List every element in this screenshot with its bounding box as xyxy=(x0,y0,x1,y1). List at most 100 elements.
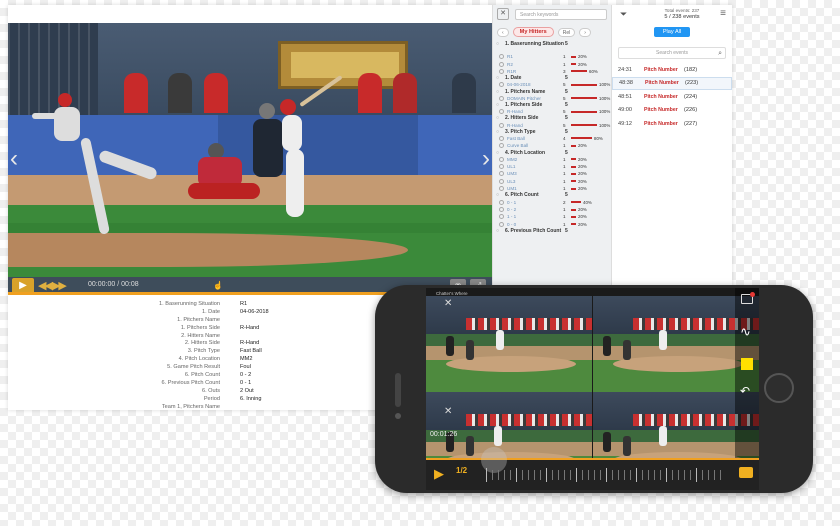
filter-item[interactable]: R1R 3 60% xyxy=(493,68,611,75)
filter-item-percent: 20% xyxy=(578,143,587,149)
filter-item[interactable]: R-Hand 5 100% xyxy=(493,108,611,115)
detail-label: 6. Previous Pitch Count xyxy=(161,379,220,386)
filter-item[interactable]: R2 1 20% xyxy=(493,60,611,67)
radio-button[interactable] xyxy=(499,156,504,162)
detail-value: MM2 xyxy=(240,356,253,363)
event-row[interactable]: 49:00 Pitch Number (226) xyxy=(612,104,732,118)
event-label: Pitch Number xyxy=(644,120,678,127)
detail-value: R-Hand xyxy=(240,340,260,347)
filter-item[interactable]: Fast Ball 4 80% xyxy=(493,135,611,142)
filter-item[interactable]: 1 - 1 1 20% xyxy=(493,213,611,220)
color-swatch-yellow[interactable] xyxy=(741,358,753,370)
event-row[interactable]: 48:51 Pitch Number (224) xyxy=(612,90,732,104)
close-icon[interactable]: ✕ xyxy=(444,406,452,417)
detail-row: 6. Outs 2 Out xyxy=(108,388,408,396)
radio-button[interactable] xyxy=(499,95,504,101)
filter-group-title[interactable]: 6. Pitch Count 5 xyxy=(493,192,611,198)
filter-group-label: 1. Pitchers Name xyxy=(505,88,546,95)
filter-group-label: 1. Pitchers Side xyxy=(505,101,543,108)
radio-button[interactable] xyxy=(499,61,504,67)
filter-item-percent: 20% xyxy=(578,54,587,60)
filter-item-count: 5 xyxy=(563,122,566,128)
filter-icon[interactable]: ⏷ xyxy=(620,9,627,20)
radio-button[interactable] xyxy=(499,171,504,177)
filter-item[interactable]: UL3 1 20% xyxy=(493,178,611,185)
detail-label: 5. Game Pitch Result xyxy=(167,364,220,371)
radio-button[interactable] xyxy=(499,164,504,170)
filter-item[interactable]: 04-06-2018 5 100% xyxy=(493,81,611,88)
detail-row: 3. Pitch Type Fast Ball xyxy=(108,348,408,356)
radio-button[interactable] xyxy=(499,109,504,115)
filter-item-bar xyxy=(571,63,576,66)
playback-speed[interactable]: 1/2 xyxy=(456,466,467,475)
event-row[interactable]: 24:31 Pitch Number (182) xyxy=(612,63,732,77)
event-row[interactable]: 49:12 Pitch Number (227) xyxy=(612,117,732,131)
undo-icon[interactable]: ↶ xyxy=(740,384,750,398)
play-all-button[interactable]: Play All xyxy=(654,27,690,37)
event-list: 24:31 Pitch Number (182) 48:38 Pitch Number (… xyxy=(612,63,732,131)
filter-item[interactable]: MM2 1 20% xyxy=(493,156,611,163)
filter-item[interactable]: UM3 1 20% xyxy=(493,170,611,177)
filter-group-title[interactable]: 1. Pitchers Side 5 xyxy=(493,102,611,108)
filter-groups: 1. Baserunning Situation5R1120%R2120%R1R… xyxy=(493,41,611,234)
filter-group-title[interactable]: 4. Pitch Location 5 xyxy=(493,150,611,156)
radio-button[interactable] xyxy=(499,143,504,149)
filter-item[interactable]: UM1 1 20% xyxy=(493,185,611,192)
frame-tool-icon[interactable] xyxy=(741,292,755,304)
next-clip-arrow-icon[interactable]: › xyxy=(482,145,490,173)
previous-clip-arrow-icon[interactable]: ‹ xyxy=(10,145,18,173)
filter-group-title[interactable]: 1. Baserunning Situation5 xyxy=(493,41,611,53)
filter-item-percent: 20% xyxy=(578,214,587,220)
rel-filter[interactable]: Rel xyxy=(557,27,576,37)
step-buttons[interactable]: ◀◀ ▶▶ xyxy=(38,279,67,292)
filter-item[interactable]: DOMAIN Pitcher 5 100% xyxy=(493,95,611,102)
radio-button[interactable] xyxy=(499,199,504,205)
event-details-list: 1. Baserunning Situation R1 1. Date 04-06-2… xyxy=(108,301,408,411)
filter-item[interactable]: 0 - 1 2 40% xyxy=(493,198,611,205)
filter-item[interactable]: Curve Ball 1 20% xyxy=(493,142,611,149)
radio-button[interactable] xyxy=(499,135,504,141)
event-search-input[interactable]: Search events ⌕ xyxy=(618,47,726,59)
filter-item-bar xyxy=(571,223,576,226)
play-icon[interactable]: ▶ xyxy=(434,466,444,482)
settings-tool-icon[interactable]: ✕ xyxy=(497,8,509,20)
camera-icon[interactable] xyxy=(739,467,753,478)
filter-group-label: 1. Date xyxy=(505,75,522,82)
back-arrow-icon[interactable]: ‹ xyxy=(497,27,509,37)
more-filter[interactable]: › xyxy=(579,27,591,37)
filter-item[interactable]: 0 - 0 1 20% xyxy=(493,221,611,228)
filter-item[interactable]: UL1 1 20% xyxy=(493,163,611,170)
filter-group-title[interactable]: 1. Date 5 xyxy=(493,75,611,81)
scrub-progress[interactable] xyxy=(426,458,759,460)
filter-group-title[interactable]: 3. Pitch Type 5 xyxy=(493,129,611,135)
radio-button[interactable] xyxy=(499,54,504,60)
phone-home-button[interactable] xyxy=(764,373,794,403)
video-tile-1[interactable] xyxy=(426,296,592,392)
radio-button[interactable] xyxy=(499,178,504,184)
radio-button[interactable] xyxy=(499,207,504,213)
close-icon[interactable]: ✕ xyxy=(444,298,452,309)
filter-item[interactable]: R1 1 20% xyxy=(493,53,611,60)
radio-button[interactable] xyxy=(499,221,504,227)
filter-group-title[interactable]: 6. Previous Pitch Count5 xyxy=(493,228,611,234)
scene-fan xyxy=(358,73,382,113)
my-hitters-filter[interactable]: My Hitters xyxy=(512,27,554,37)
phone-title: Chatter's Where xyxy=(436,291,468,296)
menu-icon[interactable]: ≡ xyxy=(720,8,726,19)
freehand-draw-icon[interactable]: ∿ xyxy=(740,324,751,340)
detail-value: 04-06-2018 xyxy=(240,308,269,315)
filter-item-percent: 20% xyxy=(578,178,587,184)
radio-button[interactable] xyxy=(499,186,504,192)
radio-button[interactable] xyxy=(499,122,504,128)
radio-button[interactable] xyxy=(499,82,504,88)
filter-group-title[interactable]: 1. Pitchers Name 5 xyxy=(493,89,611,95)
filter-item[interactable]: R-Hand 5 100% xyxy=(493,121,611,128)
filter-item-name: MM2 xyxy=(507,156,518,162)
video-player[interactable]: ‹ › ▶ ◀◀ ▶▶ 00:00:00 / 00:08 ◉ ⤢ xyxy=(8,23,492,295)
radio-button[interactable] xyxy=(499,214,504,220)
filter-item[interactable]: 0 - 2 1 20% xyxy=(493,206,611,213)
filter-group-title[interactable]: 2. Hitters Side 5 xyxy=(493,115,611,121)
event-row[interactable]: 48:38 Pitch Number (223) xyxy=(612,76,732,90)
keyword-search-input[interactable]: Search keywords xyxy=(515,8,607,20)
radio-button[interactable] xyxy=(499,68,504,74)
